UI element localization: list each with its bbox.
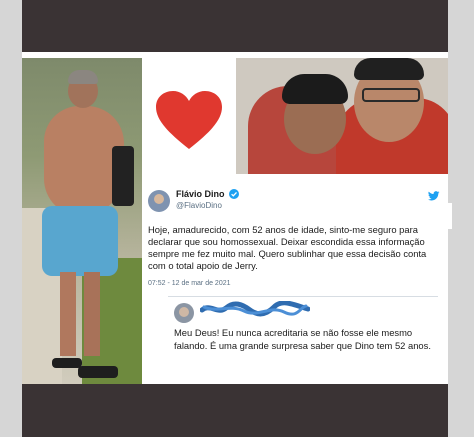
reply-text: Meu Deus! Eu nunca acreditaria se não fo…	[174, 327, 431, 351]
right-margin	[448, 0, 474, 437]
meme-panel: Flávio Dino @FlavioDino Hoje, amadurecid…	[22, 52, 448, 384]
tweet-author-handle[interactable]: @FlavioDino	[176, 201, 222, 210]
verified-badge-icon	[229, 189, 239, 199]
twitter-bird-icon[interactable]	[428, 190, 440, 202]
heart-icon	[156, 91, 222, 149]
avatar[interactable]	[148, 190, 170, 212]
bottom-bar	[22, 384, 448, 437]
redacted-username-scribble	[200, 301, 310, 317]
tweet-text: Hoje, amadurecido, com 52 anos de idade,…	[148, 224, 427, 271]
tweet-card: Flávio Dino @FlavioDino Hoje, amadurecid…	[142, 184, 448, 384]
tweet-author-name[interactable]: Flávio Dino	[176, 189, 225, 199]
left-margin	[0, 0, 22, 437]
photo-two-men-hugging	[236, 58, 448, 174]
tweet-timestamp[interactable]: 07:52 - 12 de mar de 2021	[148, 280, 231, 287]
edge-marker	[448, 203, 452, 229]
heart-panel	[142, 58, 236, 184]
photo-man-poolside	[22, 58, 142, 384]
reply-card: Meu Deus! Eu nunca acreditaria se não fo…	[168, 296, 438, 377]
reply-avatar	[174, 303, 194, 323]
top-bar	[22, 0, 448, 52]
